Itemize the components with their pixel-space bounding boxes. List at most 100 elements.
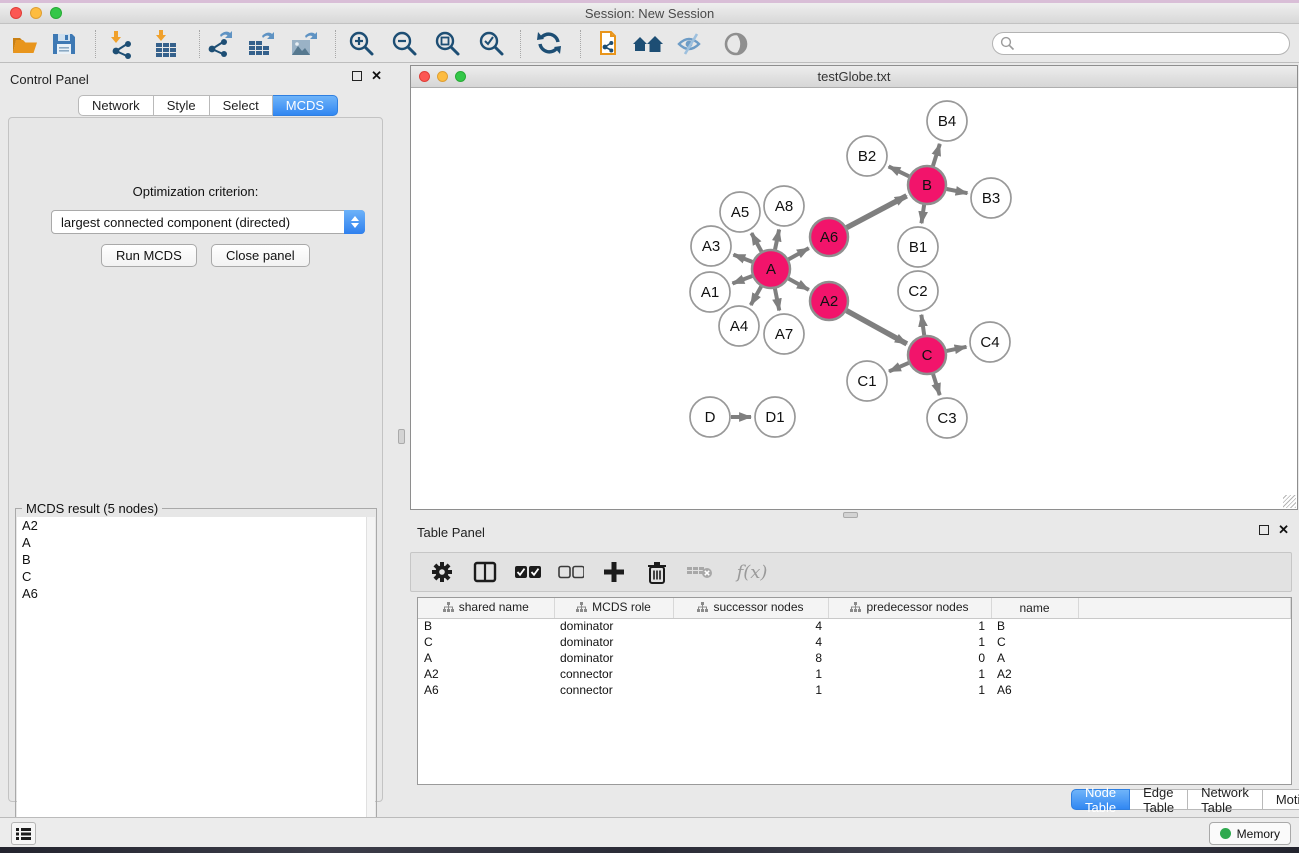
deselect-all-button[interactable]: [558, 559, 584, 585]
table-settings-button[interactable]: [429, 559, 455, 585]
table-cell[interactable]: 1: [673, 666, 828, 682]
table-cell[interactable]: connector: [554, 666, 673, 682]
refresh-button[interactable]: [530, 28, 568, 60]
zoom-out-button[interactable]: [386, 28, 424, 60]
table-cell[interactable]: connector: [554, 682, 673, 698]
table-cell[interactable]: 4: [673, 634, 828, 650]
table-cell[interactable]: C: [418, 634, 554, 650]
table-cell[interactable]: dominator: [554, 634, 673, 650]
close-panel-button[interactable]: Close panel: [211, 244, 310, 267]
mcds-result-item[interactable]: A6: [17, 585, 367, 602]
import-table-button[interactable]: [147, 28, 185, 60]
tab-select[interactable]: Select: [210, 95, 273, 116]
network-edge-A-A1[interactable]: [732, 276, 752, 283]
tab-edge-table[interactable]: Edge Table: [1130, 789, 1188, 810]
table-cell[interactable]: dominator: [554, 650, 673, 666]
table-cell[interactable]: A6: [991, 682, 1078, 698]
delete-table-button[interactable]: [687, 559, 713, 585]
memory-button[interactable]: Memory: [1209, 822, 1291, 845]
network-edge-C-C1[interactable]: [889, 363, 909, 372]
network-edge-A-A2[interactable]: [789, 279, 809, 290]
table-cell[interactable]: 1: [828, 682, 991, 698]
network-edge-B-B2[interactable]: [889, 166, 909, 176]
network-edge-A-A7[interactable]: [775, 289, 779, 311]
column-header-successor-nodes[interactable]: successor nodes: [673, 598, 828, 618]
open-session-button[interactable]: [7, 28, 45, 60]
network-edge-A-A3[interactable]: [733, 255, 752, 262]
tab-motifs[interactable]: Motifs: [1263, 789, 1299, 810]
network-edge-A-A6[interactable]: [789, 248, 809, 259]
column-header-name[interactable]: name: [991, 598, 1078, 618]
table-cell[interactable]: 0: [828, 650, 991, 666]
horizontal-splitter-handle[interactable]: [843, 512, 858, 518]
table-cell[interactable]: [1078, 634, 1291, 650]
save-session-button[interactable]: [45, 28, 83, 60]
network-edge-B-B3[interactable]: [947, 189, 968, 193]
import-network-button[interactable]: [102, 28, 140, 60]
zoom-in-button[interactable]: [343, 28, 381, 60]
column-browser-button[interactable]: [472, 559, 498, 585]
network-edge-C-C3[interactable]: [933, 374, 940, 395]
home-button[interactable]: [629, 28, 667, 60]
network-edge-A6-B[interactable]: [847, 196, 907, 228]
delete-column-button[interactable]: [644, 559, 670, 585]
float-panel-icon[interactable]: [352, 71, 362, 81]
table-cell[interactable]: [1078, 618, 1291, 634]
table-row[interactable]: Adominator80A: [418, 650, 1291, 666]
table-cell[interactable]: 1: [828, 618, 991, 634]
export-image-button[interactable]: [285, 28, 323, 60]
tab-network-table[interactable]: Network Table: [1188, 789, 1263, 810]
window-resize-grip[interactable]: [1283, 495, 1296, 508]
table-cell[interactable]: A: [991, 650, 1078, 666]
table-cell[interactable]: [1078, 682, 1291, 698]
column-header-mcds-role[interactable]: MCDS role: [554, 598, 673, 618]
float-table-panel-icon[interactable]: [1259, 525, 1269, 535]
table-cell[interactable]: 4: [673, 618, 828, 634]
network-edge-A-A5[interactable]: [751, 233, 761, 251]
network-edge-A2-C[interactable]: [847, 311, 907, 344]
table-cell[interactable]: C: [991, 634, 1078, 650]
duplicate-network-button[interactable]: [587, 28, 625, 60]
table-cell[interactable]: 8: [673, 650, 828, 666]
zoom-selected-button[interactable]: [473, 28, 511, 60]
network-edge-A-A4[interactable]: [751, 286, 761, 305]
mcds-result-item[interactable]: A2: [17, 517, 367, 534]
search-input[interactable]: [992, 32, 1290, 55]
table-cell[interactable]: [1078, 650, 1291, 666]
tab-node-table[interactable]: Node Table: [1071, 789, 1130, 810]
mcds-result-list[interactable]: A2ABCA6: [17, 517, 367, 847]
hide-details-button[interactable]: [672, 28, 710, 60]
table-cell[interactable]: 1: [828, 666, 991, 682]
table-row[interactable]: Bdominator41B: [418, 618, 1291, 634]
zoom-fit-button[interactable]: [429, 28, 467, 60]
network-edge-A-A8[interactable]: [775, 230, 779, 250]
tab-mcds[interactable]: MCDS: [273, 95, 338, 116]
table-row[interactable]: A6connector11A6: [418, 682, 1291, 698]
table-row[interactable]: A2connector11A2: [418, 666, 1291, 682]
mcds-result-item[interactable]: B: [17, 551, 367, 568]
show-details-button[interactable]: [717, 28, 755, 60]
network-edge-C-C4[interactable]: [947, 347, 967, 351]
table-cell[interactable]: A2: [991, 666, 1078, 682]
table-cell[interactable]: B: [991, 618, 1078, 634]
run-mcds-button[interactable]: Run MCDS: [101, 244, 197, 267]
task-history-button[interactable]: [11, 822, 36, 845]
add-column-button[interactable]: [601, 559, 627, 585]
tab-style[interactable]: Style: [154, 95, 210, 116]
column-header-shared-name[interactable]: shared name: [418, 598, 554, 618]
select-all-button[interactable]: [515, 559, 541, 585]
function-builder-button[interactable]: f(x): [730, 559, 774, 585]
vertical-splitter-handle[interactable]: [398, 429, 405, 444]
mcds-result-scrollbar[interactable]: [366, 517, 375, 847]
table-cell[interactable]: A6: [418, 682, 554, 698]
mcds-result-item[interactable]: C: [17, 568, 367, 585]
network-edge-B-B4[interactable]: [933, 144, 940, 166]
table-row[interactable]: Cdominator41C: [418, 634, 1291, 650]
close-table-panel-icon[interactable]: ✕: [1278, 525, 1289, 535]
network-edge-C-C2[interactable]: [921, 315, 924, 335]
network-canvas[interactable]: B4B2BB3A5A8A6A3B1AA1C2A2A4A7C4CC1C3DD1: [411, 88, 1297, 509]
optimization-criterion-dropdown[interactable]: largest connected component (directed): [51, 210, 365, 234]
table-cell[interactable]: dominator: [554, 618, 673, 634]
tab-network[interactable]: Network: [78, 95, 154, 116]
export-network-button[interactable]: [200, 28, 238, 60]
